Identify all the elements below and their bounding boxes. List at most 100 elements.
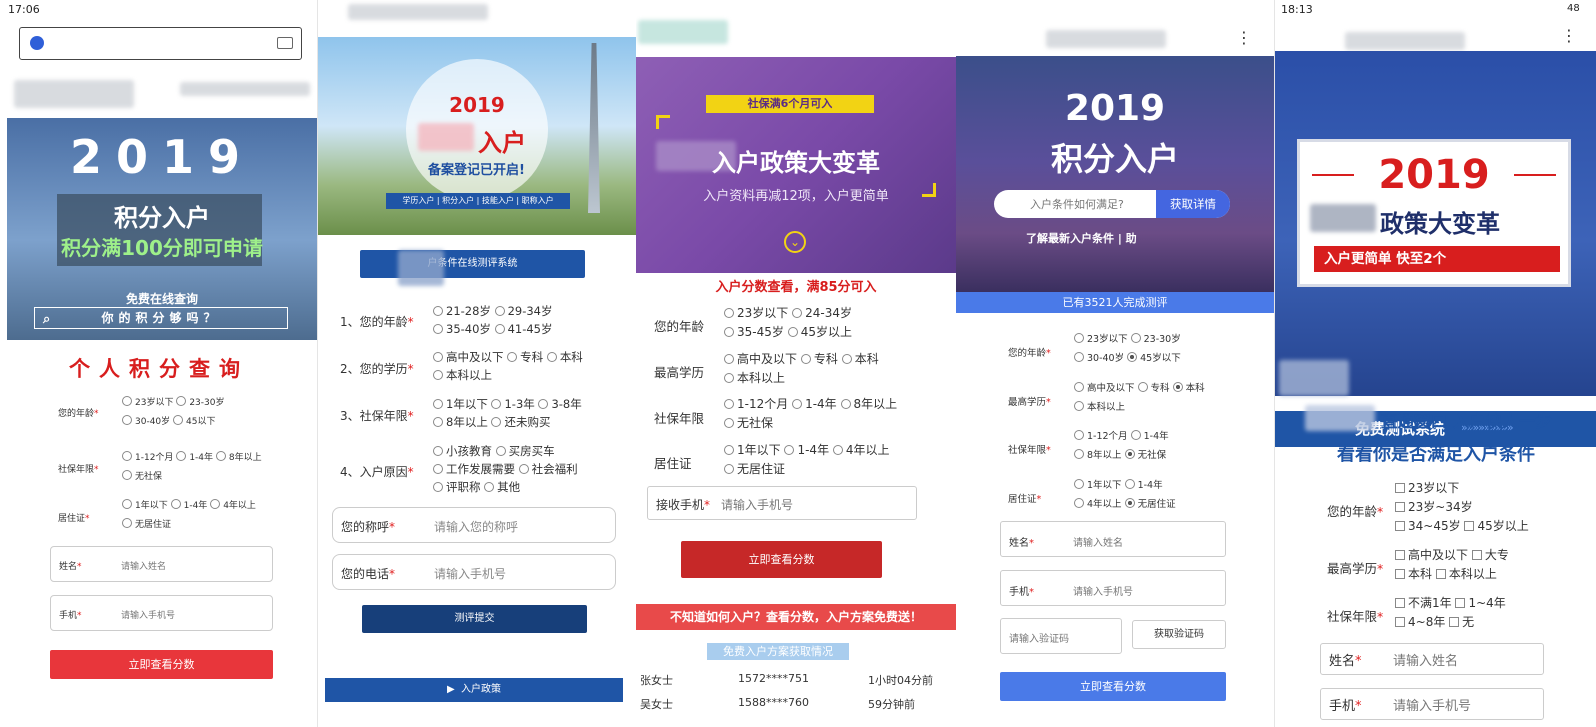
banner-year: 2019 <box>1064 88 1166 129</box>
banner-subtitle: 积分满100分即可申请 <box>61 236 263 260</box>
name-field[interactable]: 姓名* 请输入姓名 <box>50 546 273 582</box>
question-label: 您的年龄* <box>1327 504 1384 519</box>
more-menu-icon[interactable]: ⋮ <box>1561 26 1577 45</box>
age-options[interactable]: 23岁以下 23岁~34岁 34~45岁 45岁以上 <box>1395 479 1529 536</box>
phone-field[interactable]: 手机* 请输入手机号 <box>1000 570 1226 606</box>
blurred-area <box>638 20 728 44</box>
banner-title: 入户 <box>478 129 526 157</box>
banner-title: 入户政策大变革 <box>712 149 880 177</box>
banner: 2019 政策大变革 入户更简单 快至2个 免费测试系统 »»»»»»»»» <box>1275 51 1596 447</box>
age-options[interactable]: 23岁以下 24-34岁 35-45岁 45岁以上 <box>724 304 852 342</box>
battery-indicator: 48 <box>1567 3 1580 14</box>
view-score-button[interactable]: 立即查看分数 <box>50 650 273 679</box>
age-options[interactable]: 23岁以下 23-30岁 30-40岁 45岁以下 <box>1074 330 1181 368</box>
evaluation-system-button[interactable]: 户条件在线测评系统 <box>360 250 585 278</box>
view-score-button[interactable]: 立即查看分数 <box>681 541 882 578</box>
panel-points-settle: ⋮ 2019 积分入户 入户条件如何满足? 获取详情 了解最新入户条件 | 助 … <box>956 0 1274 727</box>
question-label: 最高学历 <box>654 365 705 380</box>
reason-options[interactable]: 小孩教育 买房买车 工作发展需要 社会福利 评职称 其他 <box>433 442 578 496</box>
question-label: 4、入户原因* <box>340 465 414 479</box>
free-query-label: 免费在线查询 <box>125 292 198 306</box>
blurred-area <box>1279 360 1349 396</box>
question-label: 您的年龄* <box>1008 348 1051 359</box>
banner-subtitle: 入户资料再减12项，入户更简单 <box>703 189 889 204</box>
banner-title: 政策大变革 <box>1380 210 1500 238</box>
panel-evaluation: 2019 入户 备案登记已开启! 学历入户 | 积分入户 | 技能入户 | 职称… <box>318 0 636 727</box>
question-label: 居住证* <box>1008 494 1042 505</box>
banner-red-bar: 入户更简单 快至2个 <box>1314 246 1560 272</box>
blurred-area <box>348 4 488 20</box>
phone-field[interactable]: 手机* 请输入手机号 <box>50 595 273 631</box>
chevron-down-icon[interactable]: ⌄ <box>784 231 806 253</box>
education-options[interactable]: 高中及以下 专科 本科 本科以上 <box>1074 379 1205 417</box>
name-field[interactable]: 姓名* 请输入姓名 <box>1320 643 1544 675</box>
score-heading: 入户分数查看，满85分可入 <box>715 280 877 295</box>
blurred-area <box>1345 32 1465 50</box>
policy-bar[interactable]: ▶ 入户政策 <box>325 678 623 702</box>
residence-options[interactable]: 1年以下 1-4年 4年以上 无居住证 <box>724 441 890 479</box>
blurred-area <box>180 82 310 96</box>
banner-year: 2019 <box>69 130 255 184</box>
education-options[interactable]: 高中及以下 专科 本科 本科以上 <box>724 350 879 388</box>
insurance-options[interactable]: 不满1年 1~4年 4~8年 无 <box>1395 594 1506 632</box>
submit-evaluation-button[interactable]: 测评提交 <box>362 605 587 633</box>
education-options[interactable]: 高中及以下 专科 本科 本科以上 <box>433 348 583 384</box>
completed-count: 已有3521人完成测评 <box>956 292 1274 313</box>
camera-icon[interactable] <box>277 37 293 49</box>
insurance-options[interactable]: 1-12个月 1-4年 8年以上 无社保 <box>1074 427 1169 465</box>
view-score-button[interactable]: 立即查看分数 <box>1000 672 1226 701</box>
decor-line <box>1514 174 1556 176</box>
records-tag: 免费入户方案获取情况 <box>707 643 849 660</box>
bracket-decoration <box>922 183 936 197</box>
blurred-area <box>1046 30 1166 48</box>
verification-code-field[interactable]: 请输入验证码 <box>1000 618 1122 654</box>
more-menu-icon[interactable]: ⋮ <box>1236 28 1252 47</box>
banner: 2019 入户 备案登记已开启! 学历入户 | 积分入户 | 技能入户 | 职称… <box>318 37 636 235</box>
insurance-options[interactable]: 1-12个月 1-4年 8年以上 无社保 <box>122 449 262 487</box>
question-label: 3、社保年限* <box>340 409 414 423</box>
phone-field[interactable]: 您的电话* 请输入手机号 <box>332 554 616 590</box>
insurance-options[interactable]: 1-12个月 1-4年 8年以上 无社保 <box>724 395 897 433</box>
age-options[interactable]: 23岁以下 23-30岁 30-40岁 45以下 <box>122 394 224 432</box>
row-label: 社保年限* <box>58 465 99 475</box>
learn-conditions-text: 了解最新入户条件 | 助 <box>1026 232 1137 245</box>
category-tags: 学历入户 | 积分入户 | 技能入户 | 职称入户 <box>386 193 570 209</box>
age-options[interactable]: 21-28岁 29-34岁 35-40岁 41-45岁 <box>433 302 553 338</box>
phone-field[interactable]: 手机* 请输入手机号 <box>1320 688 1544 720</box>
points-search-box[interactable]: ⌕ 你的积分够吗？ <box>34 307 288 329</box>
row-label: 居住证* <box>58 514 90 524</box>
banner-year: 2019 <box>449 93 505 117</box>
promo-bar: 不知道如何入户？查看分数，入户方案免费送！ <box>636 604 956 630</box>
get-code-button[interactable]: 获取验证码 <box>1132 620 1226 649</box>
question-label: 1、您的年龄* <box>340 315 414 329</box>
banner: 2019 积分入户 入户条件如何满足? 获取详情 了解最新入户条件 | 助 <box>956 56 1274 292</box>
fast-window-text: 直通窗口 入户快人一步 <box>1381 412 1552 431</box>
residence-options[interactable]: 1年以下 1-4年 4年以上 无居住证 <box>122 497 256 535</box>
insurance-options[interactable]: 1年以下 1-3年 3-8年 8年以上 还未购买 <box>433 395 582 431</box>
question-label: 社保年限* <box>1008 445 1051 456</box>
points-search-text: 你的积分够吗？ <box>101 311 221 325</box>
blurred-area <box>14 80 134 108</box>
banner-card: 2019 政策大变革 入户更简单 快至2个 <box>1297 139 1571 287</box>
play-icon: ▶ <box>446 684 455 695</box>
get-details-button[interactable]: 获取详情 <box>1156 190 1230 218</box>
banner: 社保满6个月可入 入户政策大变革 入户资料再减12项，入户更简单 ⌄ <box>636 57 956 273</box>
banner: 2019 积分入户 积分满100分即可申请 免费在线查询 ⌕ 你的积分够吗？ <box>7 118 317 340</box>
canton-tower-shape <box>588 43 600 213</box>
blurred-area <box>1305 405 1375 431</box>
panel-points-query: 17:06 2019 积分入户 积分满100分即可申请 免费在线查询 ⌕ 你的积… <box>0 0 318 727</box>
row-label: 您的年龄* <box>58 409 99 419</box>
name-field[interactable]: 姓名* 请输入姓名 <box>1000 521 1226 557</box>
question-label: 您的年龄 <box>654 319 705 334</box>
condition-search[interactable]: 入户条件如何满足? 获取详情 <box>994 190 1230 218</box>
residence-options[interactable]: 1年以下 1-4年 4年以上 无居住证 <box>1074 476 1176 514</box>
education-options[interactable]: 高中及以下 大专 本科 本科以上 <box>1395 546 1509 584</box>
browser-search-bar[interactable] <box>19 27 302 60</box>
status-time: 18:13 <box>1281 3 1313 16</box>
blurred-area <box>1310 204 1376 232</box>
panel-score-view: 社保满6个月可入 入户政策大变革 入户资料再减12项，入户更简单 ⌄ 入户分数查… <box>636 0 956 727</box>
phone-field[interactable]: 接收手机* 请输入手机号 <box>647 486 917 520</box>
question-label: 社保年限* <box>1327 609 1384 624</box>
name-field[interactable]: 您的称呼* 请输入您的称呼 <box>332 507 616 543</box>
query-title: 个人积分查询 <box>69 357 249 381</box>
